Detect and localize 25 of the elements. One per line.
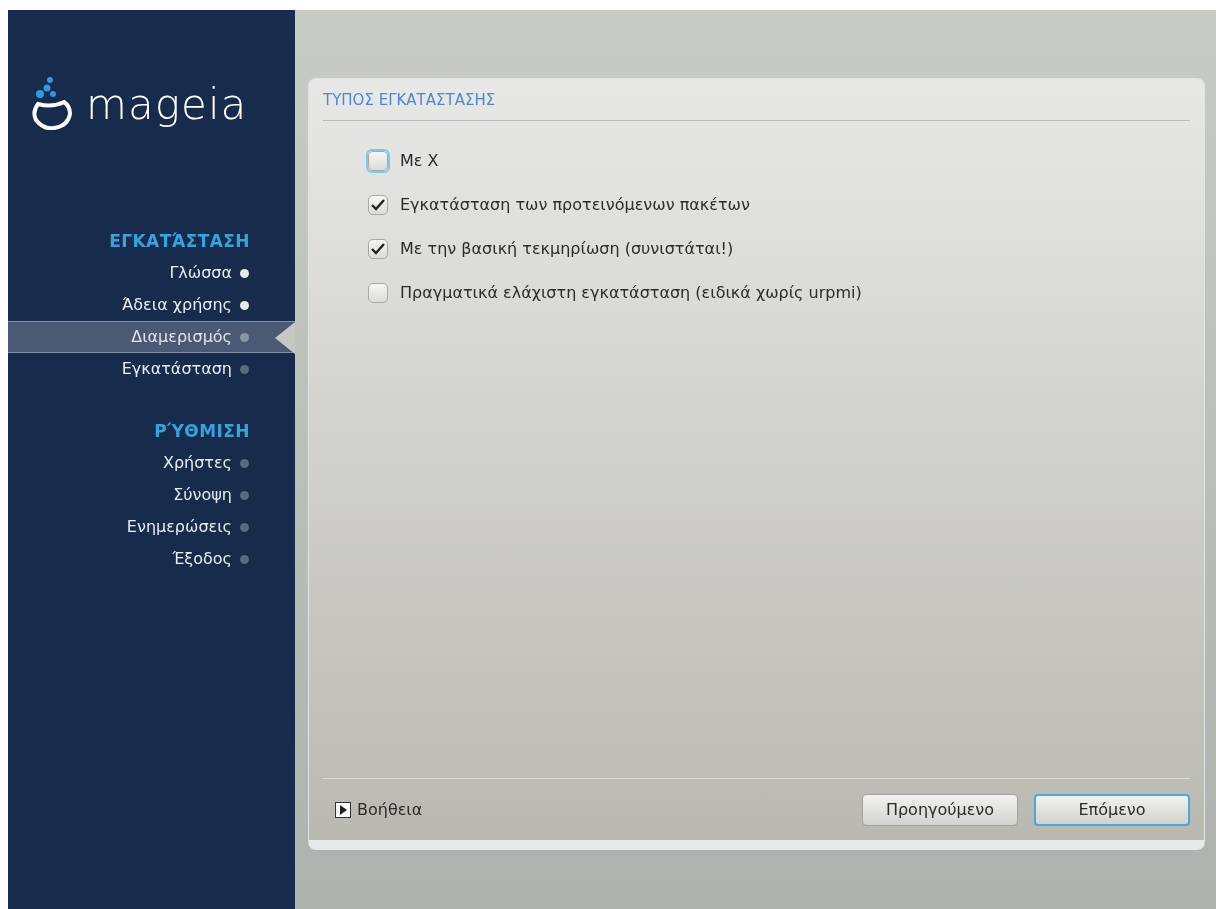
step-item: Ενημερώσεις [8, 511, 295, 543]
checkmark-icon [371, 243, 385, 255]
pointer-icon [275, 322, 295, 354]
step-item: Γλώσσα [8, 257, 295, 289]
checkbox[interactable] [368, 195, 388, 215]
step-item: Έξοδος [8, 543, 295, 575]
help-button[interactable]: Βοήθεια [335, 797, 423, 822]
dialog-title: ΤΥΠΟΣ ΕΓΚΑΤΑΣΤΑΣΗΣ [323, 79, 1190, 121]
checkbox[interactable] [368, 283, 388, 303]
step-item: Άδεια χρήσης [8, 289, 295, 321]
step-item: Εγκατάσταση [8, 353, 295, 385]
section-heading: ΕΓΚΑΤΆΣΤΑΣΗ [108, 230, 251, 253]
step-item: Διαμερισμός [8, 321, 295, 353]
nav-button[interactable]: Επόμενο [1034, 793, 1190, 826]
option-checkbox[interactable]: Με την βασική τεκμηρίωση (συνιστάται!) [366, 237, 734, 261]
step-item: Χρήστες [8, 447, 295, 479]
option-checkbox[interactable]: Με X [366, 149, 439, 173]
section-heading: ΡΎΘΜΙΣΗ [153, 420, 251, 443]
nav-button[interactable]: Προηγούμενο [862, 793, 1018, 826]
step-item: Σύνοψη [8, 479, 295, 511]
option-checkbox[interactable]: Εγκατάσταση των προτεινόμενων πακέτων [366, 193, 750, 217]
checkbox[interactable] [368, 239, 388, 259]
logo-text: mageia [86, 84, 248, 130]
option-checkbox[interactable]: Πραγματικά ελάχιστη εγκατάσταση (ειδικά χωρίς urpmi) [366, 281, 862, 305]
checkmark-icon [371, 199, 385, 211]
